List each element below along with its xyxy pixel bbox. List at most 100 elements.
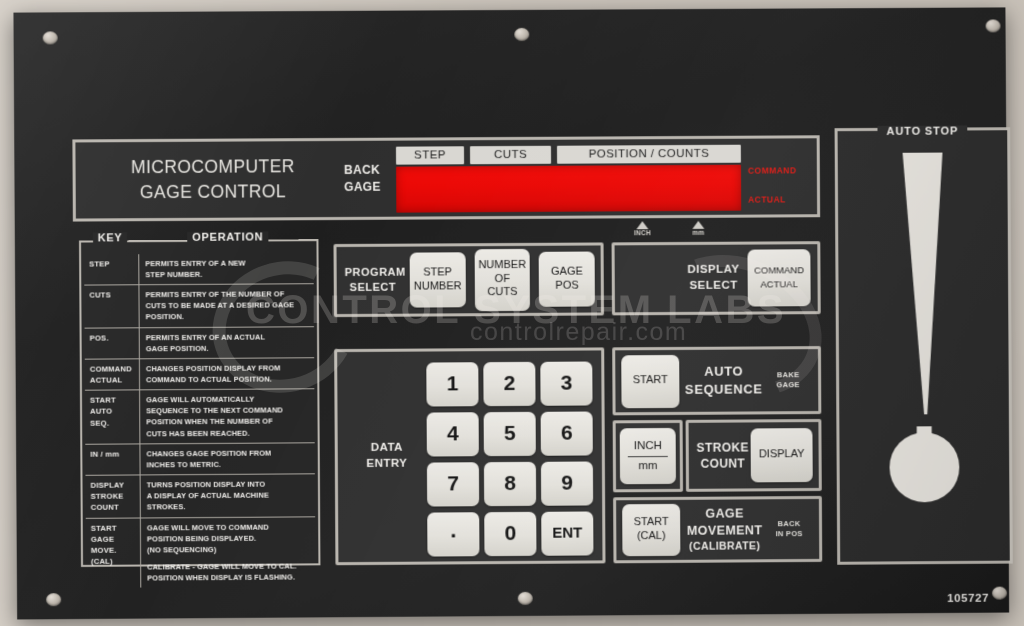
keypad-key-8[interactable]: 8 (483, 461, 537, 507)
button-label-line: CUTS (487, 286, 518, 299)
legend-operation-cell: PERMITS ENTRY OF AN ACTUAL GAGE POSITION. (140, 327, 314, 358)
legend-key-line: POS. (89, 333, 109, 343)
back-in-pos-label-line: IN POS (775, 529, 803, 539)
legend-row: DISPLAY STROKE COUNT TURNS POSITION DISPLAY… (85, 474, 316, 519)
gage-pos-button[interactable]: GAGE POS (538, 251, 595, 307)
legend-key-line: ACTUAL (89, 375, 123, 385)
column-header-cuts: CUTS (469, 145, 552, 165)
keypad-key-0[interactable]: 0 (484, 511, 537, 557)
program-select-label-line: SELECT (349, 281, 397, 294)
start-cal-button[interactable]: START (CAL) (622, 503, 681, 557)
legend-key-line: (CAL) (90, 557, 113, 567)
button-label-line: NUMBER (478, 258, 527, 272)
button-label-line: START (633, 516, 669, 529)
legend-operation-cell: CHANGES GAGE POSITION FROM INCHES TO METR… (140, 443, 314, 474)
mounting-screw-top-center (514, 27, 530, 41)
legend-operation-line: STROKES. (146, 502, 186, 512)
legend-operation-line: POSITION WHEN DISPLAY IS FLASHING. (147, 572, 296, 583)
exclamation-mark-icon (903, 153, 945, 415)
legend-operation-line: POSITION. (145, 312, 185, 322)
step-number-button[interactable]: STEP NUMBER (409, 252, 466, 308)
keypad-key-enter[interactable]: ENT (541, 511, 594, 556)
auto-stop-button[interactable] (889, 432, 960, 503)
button-label-line: OF (494, 272, 510, 285)
command-actual-indicators: COMMAND ACTUAL (748, 165, 808, 204)
stroke-count-label-line: STROKE (696, 440, 749, 455)
legend-operation-line: COMMAND TO ACTUAL POSITION. (145, 374, 273, 385)
button-label-line: (CAL) (636, 529, 666, 543)
legend-header-row: KEY OPERATION (81, 231, 317, 248)
display-header-block: MICROCOMPUTER GAGE CONTROL BACK GAGE STE… (72, 135, 821, 222)
legend-key-line: CUTS (89, 290, 111, 300)
legend-row: COMMAND ACTUAL CHANGES POSITION DISPLAY FR… (84, 358, 315, 391)
stroke-count-display-button[interactable]: DISPLAY (750, 428, 813, 483)
keypad-key-6[interactable]: 6 (540, 411, 593, 456)
gage-movement-sublabel: (CALIBRATE) (689, 540, 761, 553)
display-select-label-line: DISPLAY (687, 263, 740, 276)
legend-header-key: KEY (81, 232, 139, 248)
auto-stop-group: AUTO STOP (834, 125, 1013, 565)
legend-key-line: AUTO (90, 407, 113, 417)
mounting-screw-bottom-right (992, 586, 1008, 600)
legend-key-line: STEP (89, 259, 110, 269)
legend-row: CUTS PERMITS ENTRY OF THE NUMBER OF CUTS T… (84, 284, 314, 329)
button-label-line: GAGE (550, 265, 583, 278)
panel-title-line-2: GAGE CONTROL (139, 181, 287, 203)
legend-operation-line: GAGE POSITION. (145, 343, 209, 353)
triangle-up-icon (636, 221, 649, 230)
back-gage-line-2: GAGE (344, 179, 381, 194)
keypad-key-9[interactable]: 9 (540, 461, 594, 506)
command-actual-button[interactable]: COMMAND ACTUAL (747, 249, 811, 307)
auto-sequence-label: AUTO SEQUENCE (679, 363, 768, 399)
legend-key-line: COUNT (90, 502, 119, 513)
number-of-cuts-button[interactable]: NUMBER OF CUTS (474, 248, 531, 311)
auto-sequence-label-line: AUTO (704, 364, 744, 380)
start-auto-sequence-button[interactable]: START (621, 354, 680, 408)
legend-key-cell: START AUTO SEQ. (84, 390, 141, 444)
keypad-key-2[interactable]: 2 (483, 361, 536, 407)
button-label-line: ACTUAL (760, 278, 798, 290)
legend-key-cell: COMMAND ACTUAL (84, 359, 141, 390)
mm-label: mm (638, 459, 658, 472)
keypad-key-7[interactable]: 7 (426, 462, 480, 507)
back-gage-label: BACK GAGE (344, 161, 396, 196)
data-entry-group: DATA ENTRY 1 2 3 4 5 6 7 8 9. 0 ENT (334, 347, 606, 566)
legend-key-line: COMMAND (89, 364, 132, 374)
data-entry-label-line: ENTRY (366, 457, 408, 470)
legend-key-line: STROKE (90, 491, 124, 501)
back-in-pos-label-line: BACK (777, 518, 801, 528)
mounting-screw-bottom-center (517, 591, 533, 605)
auto-sequence-group: START AUTO SEQUENCE BAKE GAGE (612, 346, 822, 416)
gage-movement-label: GAGE MOVEMENT (CALIBRATE) (680, 505, 769, 553)
keypad-key-decimal[interactable]: . (427, 512, 480, 557)
readout-stack: STEP CUTS POSITION / COUNTS COMMAND ACTU… (395, 138, 817, 216)
bake-gage-label-line: GAGE (776, 380, 800, 390)
keypad-key-5[interactable]: 5 (483, 411, 536, 457)
legend-operation-cell: TURNS POSITION DISPLAY INTO A DISPLAY OF … (141, 474, 316, 517)
program-select-group: PROGRAM SELECT STEP NUMBER NUMBER OF CUTS GA… (333, 242, 604, 318)
stroke-count-label: STROKE COUNT (695, 439, 751, 472)
legend-row: START AUTO SEQ. GAGE WILL AUTOMATICALLY SEQU… (84, 389, 315, 445)
keypad-key-4[interactable]: 4 (426, 412, 479, 457)
legend-key-line: MOVE. (90, 545, 117, 555)
inch-mm-toggle-button[interactable]: INCH mm (619, 427, 676, 485)
legend-operation-line: STEP NUMBER. (145, 269, 203, 280)
legend-operation-line: CUTS HAS BEEN REACHED. (146, 428, 250, 438)
gage-movement-label-line: GAGE (705, 506, 744, 521)
legend-key-line: START (90, 523, 117, 533)
legend-operation-line: INCHES TO METRIC. (146, 459, 221, 470)
stroke-count-group: STROKE COUNT DISPLAY (685, 419, 822, 492)
keypad-key-3[interactable]: 3 (540, 361, 593, 406)
button-label-line: NUMBER (413, 279, 462, 293)
legend-row-list: STEP PERMITS ENTRY OF A NEW STEP NUMBER. CU… (84, 253, 316, 589)
legend-key-cell: STEP (84, 254, 140, 285)
legend-operation-cell: CHANGES POSITION DISPLAY FROM COMMAND TO … (140, 358, 314, 390)
program-select-label-line: PROGRAM (344, 266, 406, 279)
inch-mm-group: INCH mm (612, 419, 684, 493)
legend-key-line: SEQ. (90, 418, 110, 428)
keypad-key-1[interactable]: 1 (426, 362, 479, 407)
mounting-screw-top-left (42, 31, 58, 45)
auto-stop-title: AUTO STOP (838, 121, 1008, 140)
display-select-label: DISPLAY SELECT (687, 263, 739, 294)
led-readout-display (396, 164, 742, 213)
